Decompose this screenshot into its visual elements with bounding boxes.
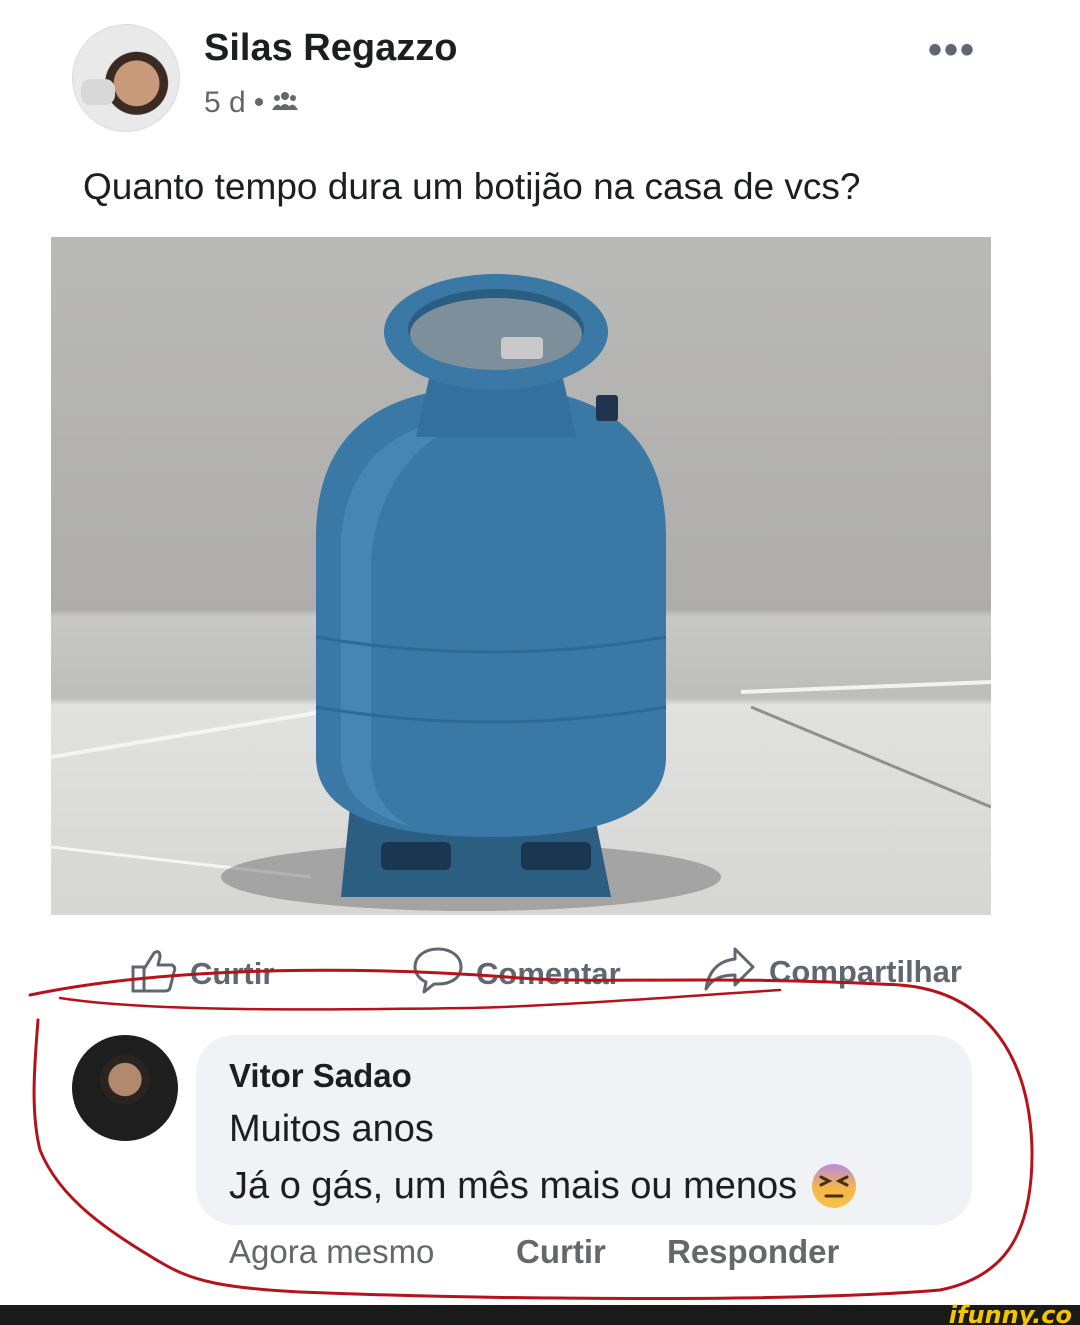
like-button[interactable]: Curtir [130,945,274,1003]
post-meta: 5 d • [204,86,299,120]
comment-text-line-1: Muitos anos [229,1108,434,1150]
post-time[interactable]: 5 d [204,86,246,120]
footer-strip: ifunny.co [0,1301,1080,1325]
share-arrow-icon [703,945,757,999]
more-options-icon[interactable]: ••• [928,28,976,73]
comment-label: Comentar [476,956,621,991]
post-photo[interactable] [51,237,991,915]
comment-author-name[interactable]: Vitor Sadao [229,1057,412,1095]
author-avatar[interactable] [72,24,180,132]
gamepad-shape [81,79,115,105]
comment-bubble-icon [412,945,464,1003]
post-text: Quanto tempo dura um botijão na casa de … [83,166,861,207]
comment-like-button[interactable]: Curtir [516,1233,606,1271]
like-label: Curtir [190,956,275,991]
dizzy-face-emoji-icon [811,1163,857,1209]
share-label: Compartilhar [769,954,962,989]
facebook-post: Silas Regazzo 5 d • ••• Quanto tempo dur… [0,0,1080,1305]
post-action-bar: Curtir Comentar Compartilhar [0,945,1080,1005]
comment-text-line-2: Já o gás, um mês mais ou menos [229,1163,857,1209]
comment-time[interactable]: Agora mesmo [229,1233,434,1271]
gas-cylinder-illustration [51,274,991,911]
commenter-avatar[interactable] [72,1035,178,1141]
share-button[interactable]: Compartilhar [703,945,962,999]
ifunny-watermark: ifunny.co [948,1301,1072,1325]
meta-separator: • [253,86,265,119]
comment-button[interactable]: Comentar [412,945,621,1003]
comment-text-line-2-text: Já o gás, um mês mais ou menos [229,1164,798,1207]
friends-icon [272,86,299,120]
post-author-name[interactable]: Silas Regazzo [204,27,457,70]
comment-reply-button[interactable]: Responder [667,1233,839,1271]
thumbs-up-icon [130,945,178,1003]
